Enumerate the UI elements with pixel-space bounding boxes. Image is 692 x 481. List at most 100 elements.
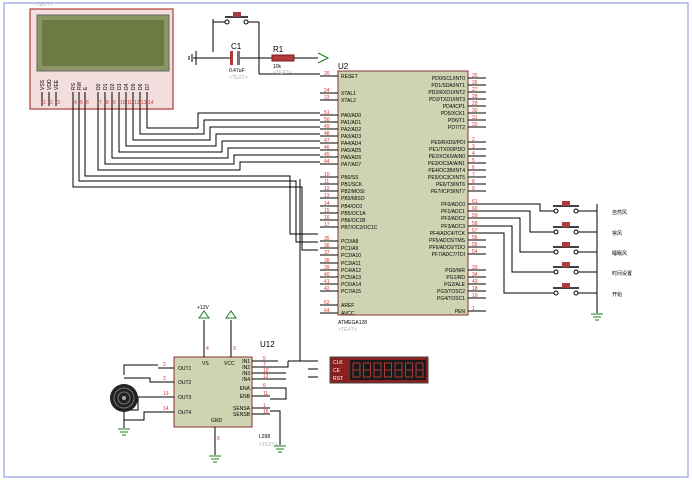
u12-right-pin-name: ENA bbox=[240, 386, 251, 392]
u2-left-pin-name: PC2/A10 bbox=[341, 253, 361, 259]
push-button[interactable]: 常风 bbox=[486, 210, 622, 237]
c1-placeholder: <TEXT> bbox=[229, 75, 248, 81]
u2-right-pin-number: 60 bbox=[472, 206, 478, 212]
u2-left-pin-name: PB2/MOSI bbox=[341, 189, 365, 195]
u2-right-pin-name: PD1/SDA/INT1 bbox=[431, 83, 465, 89]
u2-left-pin-name: AREF bbox=[341, 303, 354, 309]
u2-left-pin-number: 23 bbox=[324, 95, 330, 101]
u2-right-pin-number: 9 bbox=[472, 186, 475, 192]
lcd-pin-number: 7 bbox=[99, 100, 102, 106]
u2-right-pin-name: PF1/ADC1 bbox=[441, 209, 465, 215]
sheet-text-placeholder: <TEXT> bbox=[34, 2, 53, 8]
display-pin-label: CLK bbox=[333, 360, 343, 366]
u2-left-pin-name: PA6/AD6 bbox=[341, 155, 361, 161]
u2-left-pin-number: 40 bbox=[324, 272, 330, 278]
u2-left-pin-number: 36 bbox=[324, 243, 330, 249]
u2-left-pin-number: 24 bbox=[324, 88, 330, 94]
lcd-pin-label: D3 bbox=[117, 83, 123, 90]
u2-left-pin-number: 39 bbox=[324, 265, 330, 271]
u2-left-pin-name: PB1/SCK bbox=[341, 182, 363, 188]
lcd-pin-number: 9 bbox=[113, 100, 116, 106]
reset-circuit: C1 0.47uF <TEXT> R1 10k <TEXT> bbox=[188, 12, 330, 81]
u2-left-pin-name: PA4/AD4 bbox=[341, 141, 361, 147]
lcd-pin-number: 10 bbox=[120, 100, 126, 106]
u2-right-pin-name: PE0/RXD0/PDI bbox=[431, 140, 465, 146]
u2-left-pin-name: PC7/A15 bbox=[341, 289, 361, 295]
push-button[interactable]: 睡眠风 bbox=[486, 217, 627, 257]
u2-right-pin-name: PD4/ICP1 bbox=[443, 104, 465, 110]
lcd-pin-number: 6 bbox=[86, 100, 89, 106]
lcd-pin-number: 14 bbox=[148, 100, 154, 106]
u12-left-pin-number: 14 bbox=[163, 406, 169, 412]
button-label: 睡眠风 bbox=[612, 250, 627, 257]
u2-right-pin-number: 26 bbox=[472, 80, 478, 86]
u12-right-pin-number: 15 bbox=[263, 409, 269, 415]
u2-left-pin-name: PC6/A14 bbox=[341, 282, 361, 288]
button-label: 时间设置 bbox=[612, 270, 632, 277]
u2-left-pin-number: 10 bbox=[324, 172, 330, 178]
lcd-pin-label: D7 bbox=[145, 83, 151, 90]
lcd-pin-number: 1 bbox=[43, 100, 46, 106]
lcd-pin-number: 5 bbox=[80, 100, 83, 106]
u12-vs-num: 4 bbox=[206, 346, 209, 352]
lcd-module: VSS1VDD2VEE3RS4RW5E6D07D18D29D310D411D51… bbox=[29, 8, 174, 110]
u2-left-pin-number: 51 bbox=[324, 110, 330, 116]
button-label: 自然风 bbox=[612, 209, 627, 216]
r1-placeholder: <TEXT> bbox=[273, 70, 292, 76]
u2-right-pin-number: 34 bbox=[472, 272, 478, 278]
push-button[interactable]: 开始 bbox=[486, 232, 622, 298]
u2-right-pin-name: PE5/OC3C/INT5 bbox=[428, 175, 465, 181]
lcd-pin-number: 12 bbox=[134, 100, 140, 106]
u2-right-pin-name: PG0/WR bbox=[445, 268, 465, 274]
u2-left-pin-number: 38 bbox=[324, 258, 330, 264]
lcd-pin-label: D2 bbox=[110, 83, 116, 90]
u2-left-pin-number: 41 bbox=[324, 279, 330, 285]
u2-left-pin-name: PB7/OC2/OC1C bbox=[341, 225, 378, 231]
lcd-pin-label: VDD bbox=[47, 79, 53, 90]
u2-right-pin-number: 43 bbox=[472, 279, 478, 285]
u2-right-pin-name: PF0/ADC0 bbox=[441, 202, 465, 208]
u2-right-pin-number: 1 bbox=[472, 306, 475, 312]
u2-right-pin-number: 5 bbox=[472, 158, 475, 164]
u2-left-pin-number: 49 bbox=[324, 124, 330, 130]
u2-left-pin-number: 62 bbox=[324, 300, 330, 306]
lcd-data-wires bbox=[72, 104, 320, 362]
lcd-pin-number: 13 bbox=[141, 100, 147, 106]
u12-vs-name: VS bbox=[202, 361, 209, 367]
u2-right-pin-name: PE7/ICP3/INT7 bbox=[431, 189, 465, 195]
push-button[interactable]: 时间设置 bbox=[486, 225, 632, 277]
u2-right-pin-number: 56 bbox=[472, 235, 478, 241]
u2-right-pin-name: PG2/ALE bbox=[444, 282, 466, 288]
u2-part: ATMEGA128 bbox=[338, 320, 367, 326]
u2-left-pin-number: 46 bbox=[324, 145, 330, 151]
u2-left-pin-name: PB5/OC1A bbox=[341, 211, 366, 217]
u12-gnd-num: 8 bbox=[217, 436, 220, 442]
u2-microcontroller: U2 ATMEGA128 <TEXT> 20 RESET24 XTAL123 XTAL… bbox=[320, 62, 486, 333]
u2-right-pin-name: PF5/ADC5/TMS bbox=[429, 238, 466, 244]
u2-right-pin-number: 59 bbox=[472, 213, 478, 219]
u12-l298-driver: U12 L298 <TEXT> 2OUT13OUT213OUT314OUT4 5… bbox=[158, 305, 289, 463]
lcd-pin-number: 8 bbox=[106, 100, 109, 106]
u12-ref: U12 bbox=[260, 340, 275, 349]
u2-left-pin-name: PA0/AD0 bbox=[341, 113, 361, 119]
u2-left-pin-name: PA3/AD3 bbox=[341, 134, 361, 140]
u2-right-pin-name: PE4/OC3B/INT4 bbox=[428, 168, 465, 174]
u2-left-pin-name: PC3/A11 bbox=[341, 261, 361, 267]
push-button[interactable]: 自然风 bbox=[486, 201, 627, 216]
u2-left-pin-name: PB4/OC0 bbox=[341, 204, 362, 210]
u12-placeholder: <TEXT> bbox=[259, 442, 278, 448]
lcd-pin-label: D0 bbox=[96, 83, 102, 90]
u2-left-pin-name: PA2/AD2 bbox=[341, 127, 361, 133]
u2-right-pin-number: 61 bbox=[472, 199, 478, 205]
u12-vcc-name: VCC bbox=[224, 361, 235, 367]
button-group: 自然风常风睡眠风时间设置开始 bbox=[486, 201, 632, 298]
u2-right-pin-name: PE3/OC3A/AIN1 bbox=[428, 161, 465, 167]
u2-right-pin-number: 7 bbox=[472, 172, 475, 178]
u2-left-pin-name: PC0/A8 bbox=[341, 239, 358, 245]
u2-left-pin-number: 35 bbox=[324, 236, 330, 242]
u12-left-pin-name: OUT4 bbox=[178, 410, 192, 416]
u2-left-pin-number: 12 bbox=[324, 186, 330, 192]
u2-right-pin-number: 29 bbox=[472, 101, 478, 107]
u2-right-pin-number: 55 bbox=[472, 242, 478, 248]
u12-left-pin-number: 3 bbox=[163, 376, 166, 382]
